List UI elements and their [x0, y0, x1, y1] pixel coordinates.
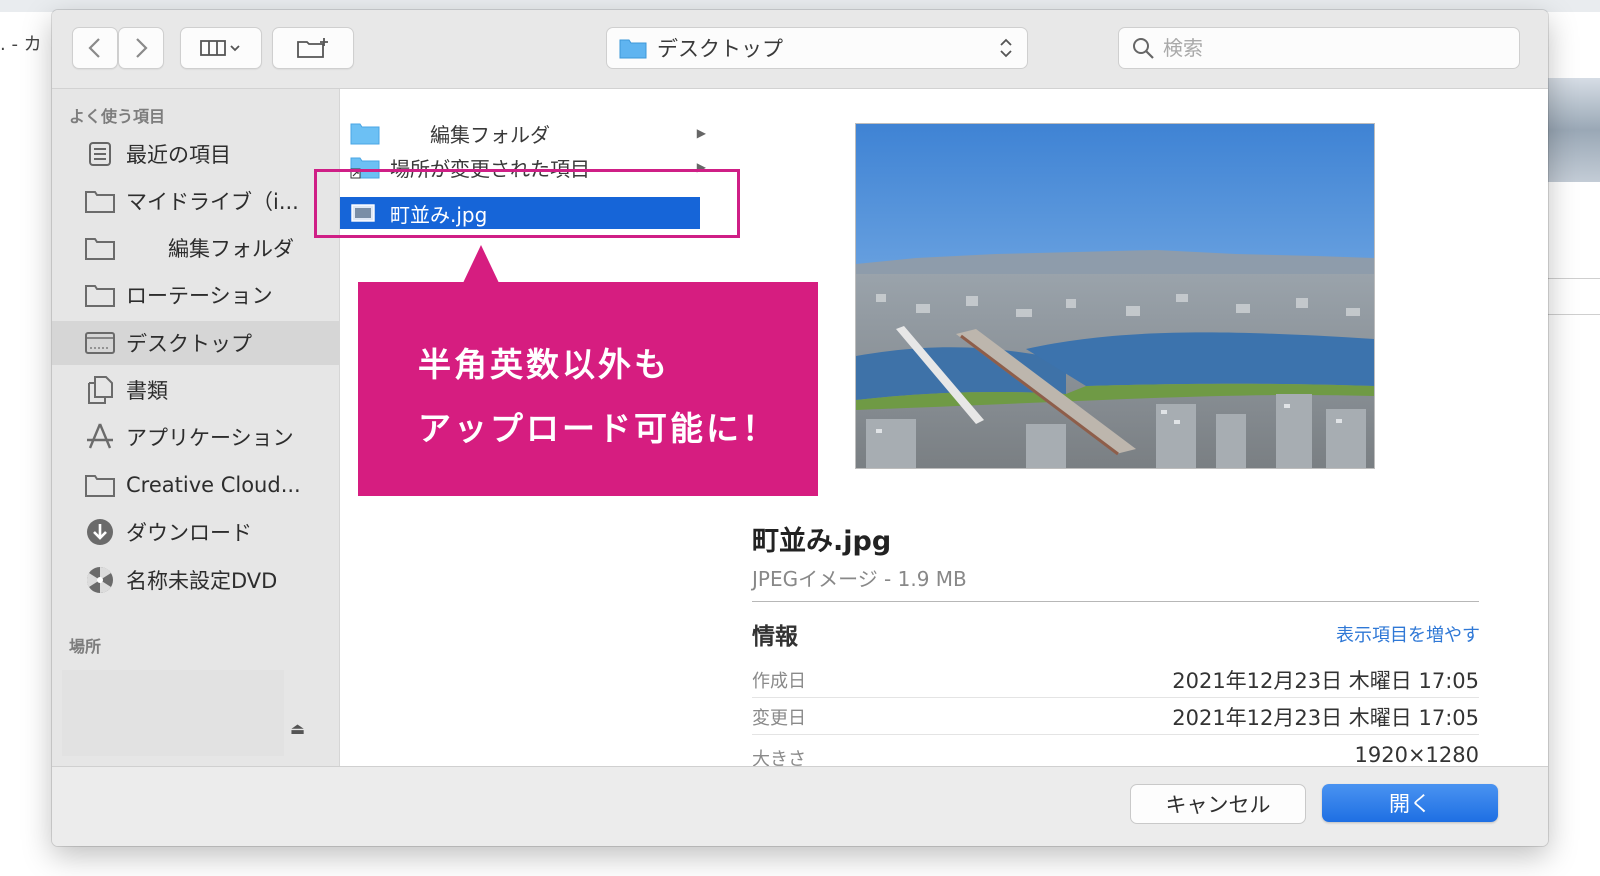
folder-icon — [350, 120, 382, 146]
search-input[interactable] — [1161, 35, 1485, 61]
documents-icon — [82, 376, 118, 404]
sidebar-item-creative-cloud[interactable]: Creative Cloud... — [52, 463, 339, 507]
info-key: 作成日 — [752, 671, 806, 692]
sidebar-item-downloads[interactable]: ダウンロード — [52, 510, 339, 554]
folder-icon — [82, 281, 118, 309]
sidebar-item-recents[interactable]: 最近の項目 — [52, 132, 339, 176]
info-heading: 情報 — [752, 624, 798, 650]
sidebar-item-rotation[interactable]: ローテーション — [52, 273, 339, 317]
cityscape-image — [856, 124, 1374, 468]
file-row[interactable]: 編集フォルダ ▶ — [340, 117, 714, 149]
preview-divider — [752, 601, 1479, 602]
cancel-button[interactable]: キャンセル — [1130, 784, 1306, 824]
recents-icon — [82, 140, 118, 168]
sidebar-item-desktop[interactable]: デスクトップ — [52, 321, 339, 365]
preview-filename: 町並み.jpg — [752, 526, 892, 557]
info-value: 2021年12月23日 木曜日 17:05 — [1172, 706, 1479, 730]
sidebar-places-area — [62, 670, 284, 756]
sidebar-item-label: 名称未設定DVD — [126, 569, 278, 593]
chevron-right-icon: ▶ — [696, 126, 706, 140]
callout-pointer — [463, 245, 499, 283]
dialog-toolbar: デスクトップ — [52, 10, 1548, 89]
file-name: 編集フォルダ — [390, 122, 550, 147]
sidebar-item-label: 編集フォルダ — [126, 237, 294, 261]
preview-photo — [855, 123, 1375, 469]
highlight-box — [314, 169, 740, 238]
folder-icon — [82, 471, 118, 499]
folder-icon — [619, 39, 647, 59]
view-mode-button[interactable] — [180, 27, 262, 69]
folder-icon — [82, 187, 118, 215]
dvd-icon — [82, 566, 118, 594]
sidebar-item-dvd[interactable]: 名称未設定DVD — [52, 558, 339, 602]
new-folder-icon — [297, 38, 328, 58]
search-icon — [1133, 38, 1154, 59]
new-folder-button[interactable] — [272, 27, 354, 69]
column-view-icon — [200, 40, 240, 56]
background-divider — [1548, 314, 1600, 315]
dialog-button-bar: キャンセル 開く — [52, 766, 1548, 846]
sidebar-item-label: ダウンロード — [126, 521, 252, 545]
sidebar-item-edit-folder[interactable]: 編集フォルダ — [52, 226, 339, 270]
sidebar-item-documents[interactable]: 書類 — [52, 368, 339, 412]
info-row: 作成日 2021年12月23日 木曜日 17:05 — [752, 661, 1479, 698]
sidebar-heading-favorites: よく使う項目 — [69, 107, 166, 126]
background-thumbnail — [1548, 78, 1600, 182]
callout-line-2: アップロード可能に！ — [418, 409, 778, 448]
sidebar-item-label: デスクトップ — [126, 332, 252, 356]
sidebar-item-my-drive[interactable]: マイドライブ（i... — [52, 179, 339, 223]
chevron-left-icon — [88, 38, 100, 58]
preview-pane: 町並み.jpg JPEGイメージ - 1.9 MB 情報 表示項目を増やす 作成… — [714, 89, 1548, 770]
location-popup[interactable]: デスクトップ — [606, 27, 1028, 69]
sidebar-item-label: Creative Cloud... — [126, 473, 301, 497]
sidebar-item-label: マイドライブ（i... — [126, 190, 299, 214]
back-button[interactable] — [72, 27, 118, 69]
info-value: 2021年12月23日 木曜日 17:05 — [1172, 669, 1479, 693]
background-text: . - カ — [0, 34, 42, 55]
forward-button[interactable] — [118, 27, 164, 69]
applications-icon — [82, 423, 118, 451]
search-field[interactable] — [1118, 27, 1520, 69]
sidebar-item-label: 最近の項目 — [126, 143, 231, 167]
sidebar-item-label: アプリケーション — [126, 426, 294, 450]
updown-chevron-icon — [1000, 38, 1012, 58]
open-button[interactable]: 開く — [1322, 784, 1498, 822]
sidebar-heading-places: 場所 — [69, 637, 102, 656]
sidebar-item-label: ローテーション — [126, 284, 273, 308]
show-more-link[interactable]: 表示項目を増やす — [1336, 621, 1480, 647]
info-value: 1920×1280 — [1354, 743, 1479, 767]
callout-box: 半角英数以外も アップロード可能に！ — [358, 282, 818, 496]
eject-icon[interactable]: ⏏ — [290, 719, 305, 738]
callout-line-1: 半角英数以外も — [418, 345, 670, 384]
preview-file-type: JPEGイメージ - 1.9 MB — [752, 567, 967, 591]
info-row: 変更日 2021年12月23日 木曜日 17:05 — [752, 698, 1479, 735]
background-divider — [1548, 278, 1600, 279]
sidebar-item-label: 書類 — [126, 379, 168, 403]
info-key: 変更日 — [752, 708, 806, 729]
sidebar: よく使う項目 最近の項目 マイドライブ（i... 編集フォルダ ローテーション — [52, 89, 339, 766]
chevron-right-icon — [136, 38, 148, 58]
sidebar-item-applications[interactable]: アプリケーション — [52, 415, 339, 459]
location-label: デスクトップ — [657, 37, 783, 61]
folder-icon — [82, 234, 118, 262]
desktop-icon — [82, 329, 118, 357]
download-icon — [82, 518, 118, 546]
